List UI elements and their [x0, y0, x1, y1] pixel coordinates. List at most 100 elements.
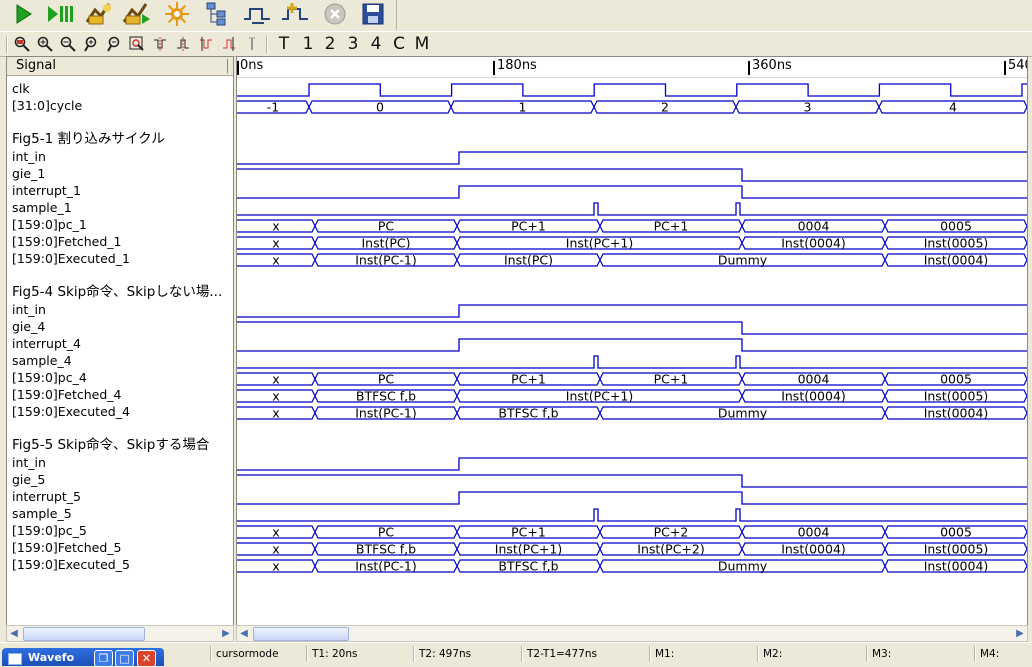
- bus-value: PC: [378, 372, 395, 387]
- bus-value: Inst(0004): [781, 236, 846, 251]
- signal-scroll-thumb[interactable]: [23, 627, 145, 641]
- bus-value: Inst(0004): [924, 559, 989, 574]
- cursor-c-button[interactable]: C: [388, 33, 410, 55]
- signal-name[interactable]: sample_4: [12, 352, 72, 369]
- wave-sample_5: [237, 508, 1027, 522]
- signal-name[interactable]: int_in: [12, 301, 46, 318]
- main-toolbar: [0, 0, 1032, 30]
- wave-hscroll[interactable]: ◀ ▶: [236, 625, 1028, 642]
- signal-name[interactable]: gie_1: [12, 165, 45, 182]
- zoom-area-out-icon[interactable]: [105, 35, 125, 53]
- cursor-next-icon[interactable]: [173, 35, 193, 53]
- signal-name[interactable]: [159:0]pc_5: [12, 522, 87, 539]
- wave-toolbar: T 1 2 3 4 C M: [0, 31, 1032, 57]
- signal-insert-icon[interactable]: [280, 1, 310, 27]
- maximize-icon[interactable]: □: [115, 650, 134, 667]
- signal-name[interactable]: interrupt_5: [12, 488, 81, 505]
- bus-value: PC+1: [511, 219, 546, 234]
- main-toolbar-group: [0, 0, 397, 30]
- time-ruler[interactable]: 0ns 180ns 360ns 540: [237, 57, 1027, 78]
- edge-next-icon[interactable]: [219, 35, 239, 53]
- signal-name[interactable]: interrupt_1: [12, 182, 81, 199]
- status-m1: M1:: [655, 648, 675, 660]
- bus-value: 0005: [940, 219, 972, 234]
- signal-name[interactable]: [159:0]Executed_4: [12, 403, 130, 420]
- signal-name[interactable]: interrupt_4: [12, 335, 81, 352]
- bus-value: PC+1: [654, 219, 689, 234]
- bus-value: 0004: [798, 219, 830, 234]
- time-label-180: 180ns: [497, 58, 537, 73]
- cursor-4-button[interactable]: 4: [365, 33, 387, 55]
- cursor-t-button[interactable]: T: [273, 33, 295, 55]
- scroll-right-icon[interactable]: ▶: [1013, 626, 1027, 641]
- signal-name[interactable]: [159:0]Fetched_4: [12, 386, 122, 403]
- waveform-pane[interactable]: 0ns 180ns 360ns 540 -1 0 1 2 3 4 x PC PC+1 PC+1 00…: [236, 56, 1028, 628]
- signal-name[interactable]: [159:0]Fetched_1: [12, 233, 122, 250]
- zoom-out-icon[interactable]: [58, 35, 78, 53]
- bus-value: Inst(0004): [924, 406, 989, 421]
- bus-value: PC+1: [511, 525, 546, 540]
- compile-run-icon[interactable]: [122, 1, 152, 27]
- cursor-1-button[interactable]: 1: [297, 33, 319, 55]
- signal-name[interactable]: [159:0]Executed_1: [12, 250, 130, 267]
- cursor-m-button[interactable]: M: [411, 33, 433, 55]
- edge-prev-icon[interactable]: [196, 35, 216, 53]
- zoom-fit-icon[interactable]: [12, 35, 32, 53]
- time-label-540: 540: [1008, 58, 1027, 73]
- signal-column-header[interactable]: Signal: [7, 57, 233, 76]
- save-icon[interactable]: [358, 1, 388, 27]
- signal-name[interactable]: gie_5: [12, 471, 45, 488]
- wave-clk: [237, 83, 1027, 97]
- stop-icon[interactable]: [320, 1, 350, 27]
- bus-value: 3: [804, 100, 812, 115]
- bus-value: 0004: [798, 372, 830, 387]
- signal-name[interactable]: [159:0]pc_1: [12, 216, 87, 233]
- wave-scroll-thumb[interactable]: [253, 627, 349, 641]
- waveform-canvas[interactable]: -1 0 1 2 3 4 x PC PC+1 PC+1 0004 0005 x Inst(PC) Inst(…: [237, 77, 1027, 627]
- wave-sample_4: [237, 355, 1027, 369]
- close-icon[interactable]: ✕: [137, 650, 156, 667]
- bus-value: Inst(PC): [504, 253, 553, 268]
- wave-gie_4: [237, 321, 1027, 335]
- cursor-2-button[interactable]: 2: [319, 33, 341, 55]
- bus-value: 1: [519, 100, 527, 115]
- bus-value: PC: [378, 219, 395, 234]
- cursor-prev-icon[interactable]: [150, 35, 170, 53]
- bus-value: x: [272, 542, 279, 557]
- signal-name[interactable]: clk: [12, 80, 30, 97]
- scroll-left-icon[interactable]: ◀: [7, 626, 21, 641]
- signal-group-header[interactable]: Fig5-5 Skip命令、Skipする場合: [12, 436, 209, 455]
- signal-name[interactable]: [31:0]cycle: [12, 97, 82, 114]
- signal-add-icon[interactable]: [242, 1, 272, 27]
- zoom-in-icon[interactable]: [35, 35, 55, 53]
- zoom-area-in-icon[interactable]: [82, 35, 102, 53]
- wave-gie_1: [237, 168, 1027, 182]
- signal-hscroll[interactable]: ◀ ▶: [6, 625, 234, 642]
- bus-value: Inst(PC-1): [355, 253, 417, 268]
- hierarchy-icon[interactable]: [202, 1, 232, 27]
- scroll-right-icon[interactable]: ▶: [219, 626, 233, 641]
- bus-value: Inst(PC+1): [495, 542, 562, 557]
- signal-group-header[interactable]: Fig5-1 割り込みサイクル: [12, 130, 165, 149]
- signal-name[interactable]: sample_5: [12, 505, 72, 522]
- window-icon: [8, 653, 22, 665]
- zoom-full-icon[interactable]: [127, 35, 147, 53]
- signal-name[interactable]: [159:0]pc_4: [12, 369, 87, 386]
- cursor-3-button[interactable]: 3: [342, 33, 364, 55]
- marker-icon[interactable]: [242, 35, 262, 53]
- run-all-icon[interactable]: [46, 1, 76, 27]
- settings-icon[interactable]: [162, 1, 192, 27]
- run-icon[interactable]: [8, 1, 38, 27]
- compile-icon[interactable]: [84, 1, 114, 27]
- signal-name[interactable]: int_in: [12, 454, 46, 471]
- signal-name[interactable]: [159:0]Executed_5: [12, 556, 130, 573]
- signal-group-header[interactable]: Fig5-4 Skip命令、Skipしない場...: [12, 283, 222, 302]
- signal-name[interactable]: [159:0]Fetched_5: [12, 539, 122, 556]
- wave-gie_5: [237, 474, 1027, 488]
- taskbar-window-button[interactable]: Wavefo ❐ □ ✕: [2, 648, 164, 667]
- signal-name[interactable]: int_in: [12, 148, 46, 165]
- scroll-left-icon[interactable]: ◀: [237, 626, 251, 641]
- restore-icon[interactable]: ❐: [94, 650, 113, 667]
- signal-name[interactable]: gie_4: [12, 318, 45, 335]
- signal-name[interactable]: sample_1: [12, 199, 72, 216]
